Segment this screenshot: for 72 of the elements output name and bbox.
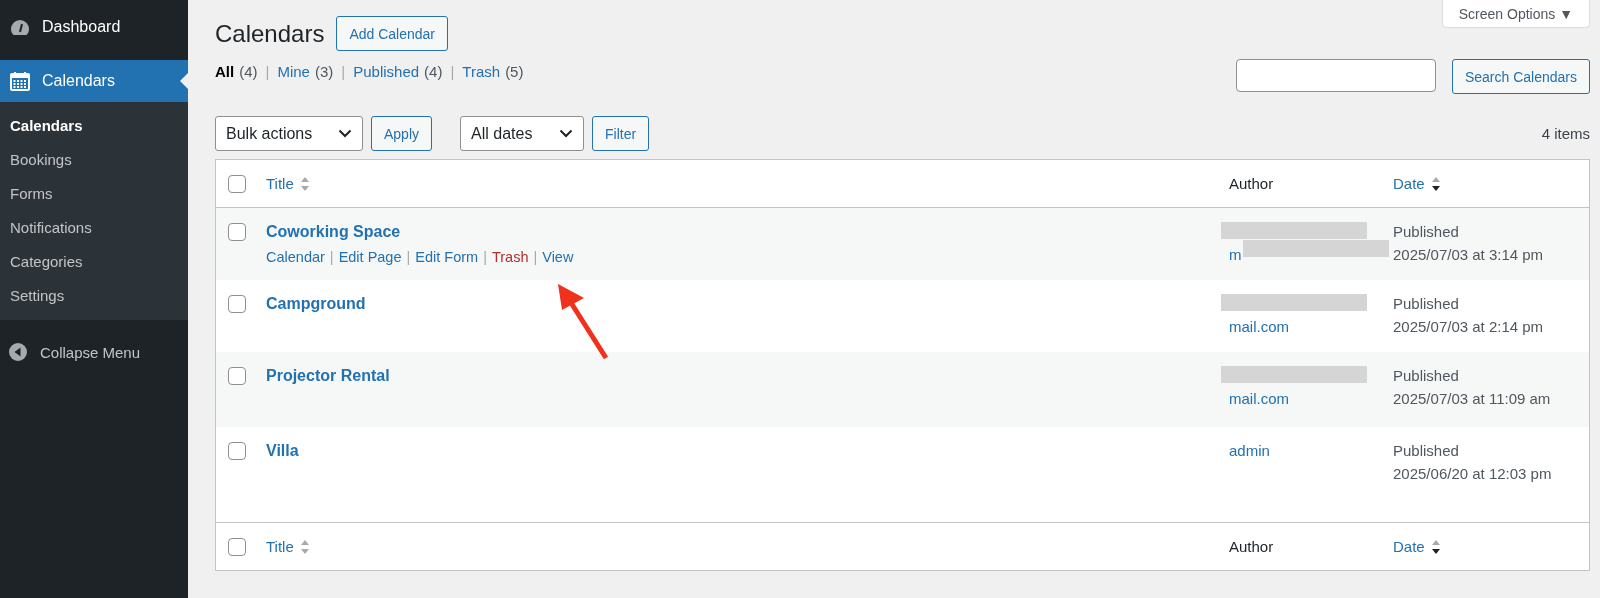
column-header[interactable]: Date — [1393, 535, 1441, 558]
search-button[interactable]: Search Calendars — [1451, 59, 1590, 94]
column-header[interactable]: Title — [266, 535, 310, 558]
row-action-link[interactable]: Edit Form — [415, 246, 479, 269]
bulk-actions-select[interactable]: Bulk actions — [215, 116, 363, 151]
view-count: (4) — [239, 63, 258, 80]
collapse-menu-button[interactable]: Collapse Menu — [0, 334, 188, 370]
separator: | — [450, 63, 455, 80]
submenu-item[interactable]: Bookings — [0, 142, 188, 176]
row-checkbox[interactable] — [228, 223, 246, 241]
submenu-item[interactable]: Settings — [0, 278, 188, 312]
select-all-checkbox[interactable] — [228, 175, 246, 193]
chevron-down-icon — [559, 129, 574, 138]
filter-button[interactable]: Filter — [592, 116, 650, 151]
sidebar-item[interactable]: Dashboard — [0, 6, 188, 48]
separator: | — [341, 63, 346, 80]
add-calendar-button[interactable]: Add Calendar — [336, 16, 449, 51]
collapse-icon — [8, 342, 28, 362]
submenu-item[interactable]: Forms — [0, 176, 188, 210]
apply-button[interactable]: Apply — [371, 116, 433, 151]
view-count: (3) — [314, 63, 334, 80]
sort-icon — [1430, 538, 1441, 555]
view-filter-link[interactable]: All — [215, 63, 235, 80]
separator: | — [483, 248, 487, 267]
view-filter-link[interactable]: Mine — [277, 63, 310, 80]
separator: | — [406, 248, 411, 267]
submenu-item[interactable]: Categories — [0, 244, 188, 278]
view-count: (4) — [424, 63, 443, 80]
view-filter-link[interactable]: Published — [353, 63, 420, 80]
screen-options-button[interactable]: Screen Options ▼ — [1441, 0, 1590, 28]
submenu-item[interactable]: Notifications — [0, 210, 188, 244]
separator: | — [533, 248, 538, 267]
item-count: 4 items — [1541, 125, 1590, 142]
row-action-link[interactable]: Edit Page — [338, 246, 402, 269]
separator: | — [329, 248, 334, 267]
row-action-link[interactable]: Trash — [491, 246, 529, 269]
author-link[interactable]: mail.com — [1229, 390, 1289, 407]
sort-icon — [299, 175, 310, 192]
sidebar-item[interactable]: Calendars — [0, 60, 188, 102]
column-header[interactable]: Title — [266, 172, 310, 195]
page-title: Calendars — [215, 19, 325, 48]
row-action-link[interactable]: Calendar — [266, 246, 325, 269]
column-header: Author — [1229, 538, 1274, 555]
author-link[interactable]: m — [1229, 246, 1242, 263]
calendar-title-link[interactable]: Coworking Space — [266, 223, 401, 240]
date-text: Published 2025/07/03 at 3:14 pm — [1393, 222, 1545, 265]
separator: | — [265, 63, 270, 80]
chevron-down-icon — [338, 129, 352, 138]
view-filter-link[interactable]: Trash — [462, 63, 501, 80]
calendar-title-link[interactable]: Campground — [266, 295, 366, 312]
view-count: (5) — [505, 63, 524, 80]
search-field[interactable] — [1235, 59, 1436, 92]
row-checkbox[interactable] — [228, 295, 246, 313]
sort-icon — [1430, 175, 1441, 192]
calendar-title-link[interactable]: Projector Rental — [266, 367, 390, 384]
calendar-icon — [10, 71, 30, 91]
date-text: Published 2025/06/20 at 12:03 pm — [1393, 441, 1553, 484]
date-text: Published 2025/07/03 at 2:14 pm — [1393, 294, 1545, 337]
gauge-icon — [10, 18, 30, 36]
author-link[interactable]: admin — [1229, 442, 1270, 459]
date-text: Published 2025/07/03 at 11:09 am — [1393, 366, 1552, 409]
row-checkbox[interactable] — [228, 367, 246, 385]
row-checkbox[interactable] — [228, 442, 246, 460]
column-header[interactable]: Date — [1393, 172, 1441, 195]
dates-select[interactable]: All dates — [460, 116, 585, 151]
select-all-checkbox[interactable] — [228, 538, 246, 556]
author-link[interactable]: mail.com — [1229, 318, 1289, 335]
row-action-link[interactable]: View — [542, 246, 574, 269]
calendar-title-link[interactable]: Villa — [266, 442, 299, 459]
column-header: Author — [1229, 175, 1274, 192]
sort-icon — [299, 538, 310, 555]
submenu-item[interactable]: Calendars — [0, 108, 188, 142]
